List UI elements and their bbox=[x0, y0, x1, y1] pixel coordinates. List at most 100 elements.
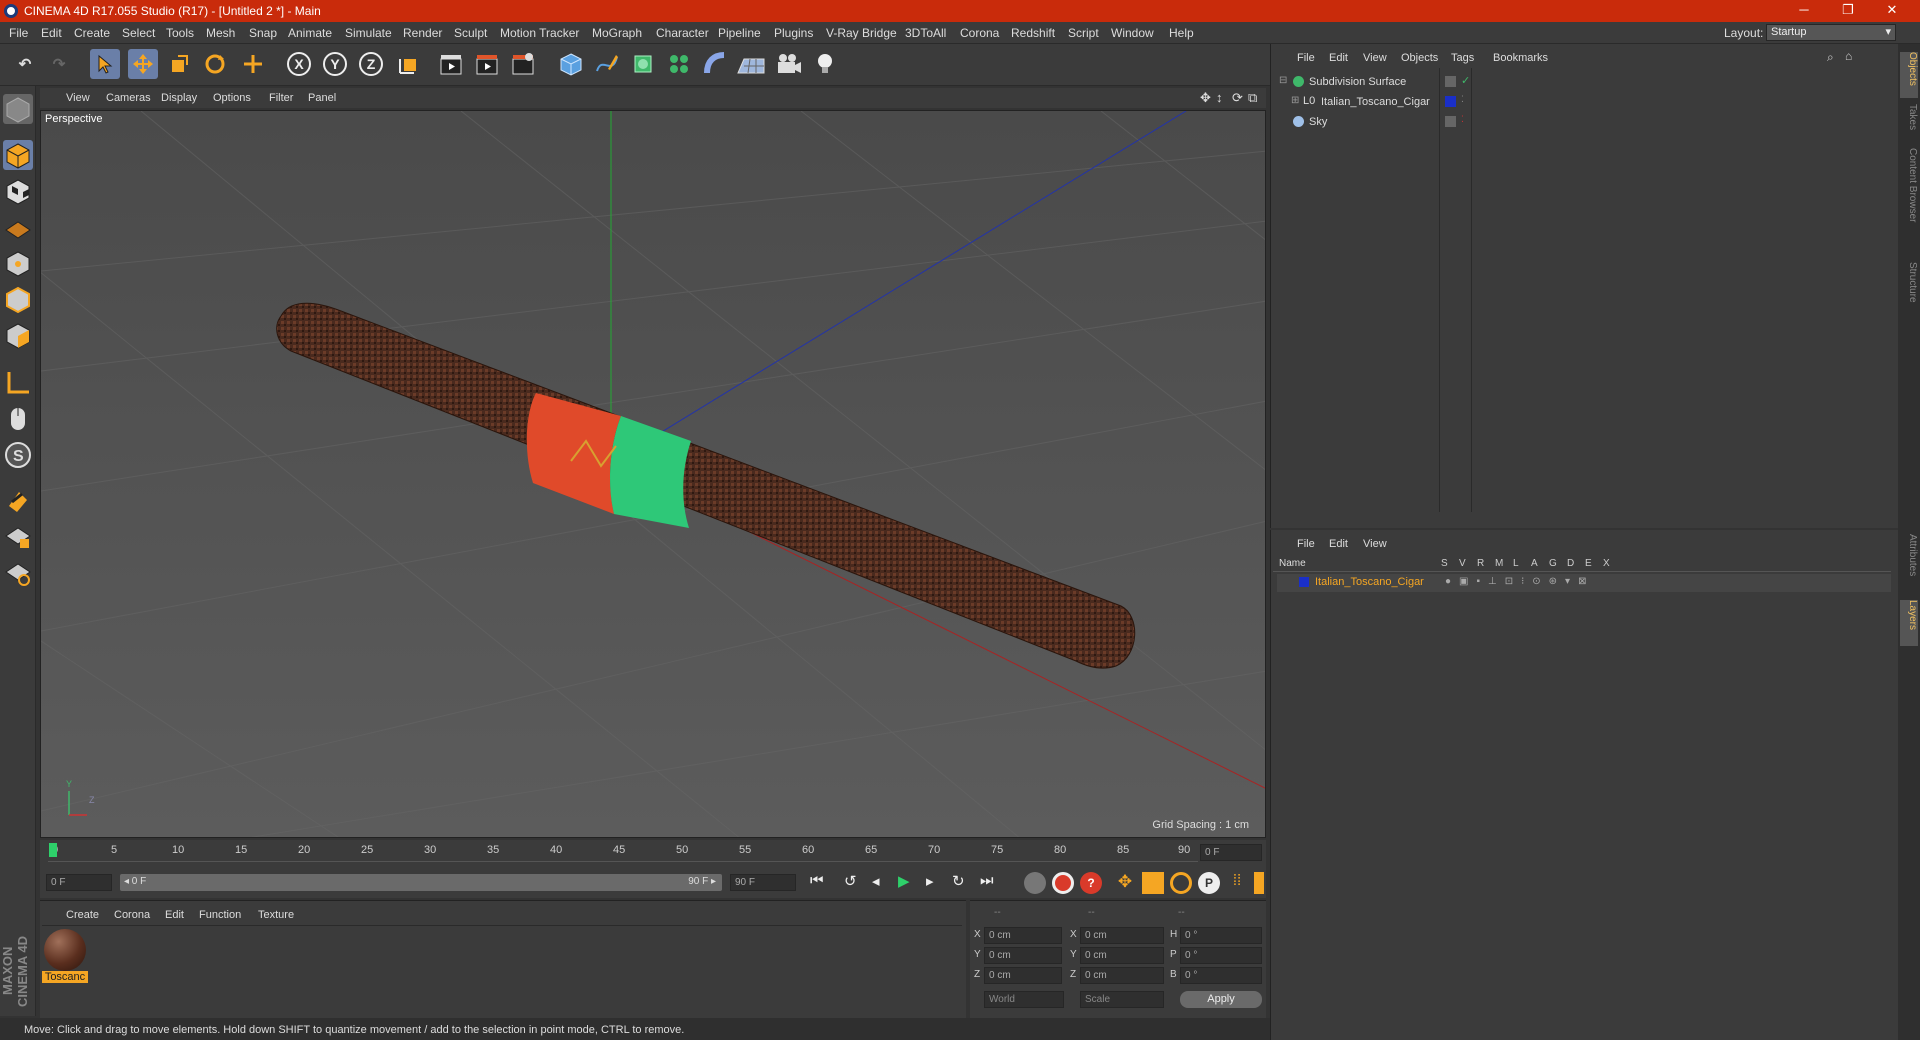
last-tool[interactable] bbox=[238, 49, 268, 79]
previous-frame-button[interactable]: ◂ bbox=[872, 872, 880, 890]
menu-render[interactable]: Render bbox=[403, 26, 442, 40]
render-view-button[interactable] bbox=[436, 49, 466, 79]
layer-row-cigar[interactable]: Italian_Toscano_Cigar ●▣▪⊥⊡⁝⊙⊛▾⊠ bbox=[1277, 574, 1891, 592]
objects-menu-edit[interactable]: Edit bbox=[1329, 52, 1348, 64]
add-light-button[interactable] bbox=[810, 49, 840, 79]
viewport-zoom-icon[interactable]: ↕ bbox=[1216, 90, 1223, 105]
apply-button[interactable]: Apply bbox=[1180, 991, 1262, 1008]
layer-col-d[interactable]: D bbox=[1567, 558, 1574, 569]
layer-col-x[interactable]: X bbox=[1603, 558, 1610, 569]
objects-menu-file[interactable]: File bbox=[1297, 52, 1315, 64]
texture-mode-button[interactable] bbox=[3, 176, 33, 206]
add-spline-button[interactable] bbox=[592, 49, 622, 79]
layers-menu-edit[interactable]: Edit bbox=[1329, 538, 1348, 550]
menu-snap[interactable]: Snap bbox=[249, 26, 277, 40]
scale-tool[interactable] bbox=[164, 49, 194, 79]
menu-file[interactable]: File bbox=[9, 26, 28, 40]
range-slider[interactable]: ◂ 0 F 90 F ▸ bbox=[120, 874, 722, 891]
viewport-move-icon[interactable]: ✥ bbox=[1200, 90, 1211, 106]
keyframe-selection-button[interactable]: ? bbox=[1080, 872, 1102, 894]
menu-vray-bridge[interactable]: V-Ray Bridge bbox=[826, 26, 897, 40]
coordinate-system-button[interactable] bbox=[394, 49, 424, 79]
rotation-h-field[interactable]: 0 ° bbox=[1180, 927, 1262, 944]
visibility-dots[interactable]: ⁚ bbox=[1461, 114, 1464, 125]
tab-takes[interactable]: Takes bbox=[1900, 104, 1918, 144]
viewport-rotate-icon[interactable]: ⟳ bbox=[1232, 90, 1243, 106]
layer-col-e[interactable]: E bbox=[1585, 558, 1592, 569]
menu-plugins[interactable]: Plugins bbox=[774, 26, 813, 40]
material-menu-texture[interactable]: Texture bbox=[258, 909, 294, 921]
add-mograph-button[interactable] bbox=[664, 49, 694, 79]
z-axis-lock[interactable]: Z bbox=[356, 49, 386, 79]
layout-select[interactable]: Startup bbox=[1766, 24, 1896, 41]
coord-system-dropdown[interactable]: World bbox=[984, 991, 1064, 1008]
layer-color-swatch[interactable] bbox=[1445, 96, 1456, 107]
material-menu-edit[interactable]: Edit bbox=[165, 909, 184, 921]
magnet-button[interactable] bbox=[3, 486, 33, 516]
undo-button[interactable]: ↶ bbox=[10, 49, 40, 79]
objects-menu-objects[interactable]: Objects bbox=[1401, 52, 1438, 64]
layers-menu-view[interactable]: View bbox=[1363, 538, 1387, 550]
visibility-toggle[interactable] bbox=[1445, 116, 1456, 127]
edges-mode-button[interactable] bbox=[3, 284, 33, 314]
timeline-playhead[interactable] bbox=[49, 843, 57, 857]
menu-create[interactable]: Create bbox=[74, 26, 110, 40]
start-frame-field[interactable]: 0 F bbox=[46, 874, 112, 891]
rotate-tool[interactable] bbox=[200, 49, 230, 79]
autokeying-button[interactable] bbox=[1052, 872, 1074, 894]
play-forward-button[interactable]: ▶ bbox=[898, 872, 910, 890]
menu-pipeline[interactable]: Pipeline bbox=[718, 26, 761, 40]
layer-flags[interactable]: ●▣▪⊥⊡⁝⊙⊛▾⊠ bbox=[1445, 576, 1594, 587]
material-menu-function[interactable]: Function bbox=[199, 909, 241, 921]
position-x-field[interactable]: 0 cm bbox=[984, 927, 1062, 944]
tweak-mode-button[interactable] bbox=[3, 404, 33, 434]
menu-tools[interactable]: Tools bbox=[166, 26, 194, 40]
viewport-menu-panel[interactable]: Panel bbox=[308, 92, 336, 104]
locked-workplane-button[interactable] bbox=[3, 522, 33, 552]
home-icon[interactable]: ⌂ bbox=[1845, 49, 1852, 63]
object-row-cigar[interactable]: ⊞ L0 Italian_Toscano_Cigar ⁚ bbox=[1277, 94, 1891, 112]
position-y-field[interactable]: 0 cm bbox=[984, 947, 1062, 964]
enabled-check-icon[interactable]: ✓ bbox=[1461, 74, 1470, 87]
add-cube-button[interactable] bbox=[556, 49, 586, 79]
material-swatch-toscano[interactable]: Toscanc bbox=[42, 927, 88, 987]
live-selection-tool[interactable] bbox=[90, 49, 120, 79]
key-pla-button[interactable]: ⁞⁞ bbox=[1226, 872, 1248, 894]
end-frame-field[interactable]: 90 F bbox=[730, 874, 796, 891]
key-parameter-button[interactable]: P bbox=[1198, 872, 1220, 894]
polygons-mode-button[interactable] bbox=[3, 320, 33, 350]
tab-structure[interactable]: Structure bbox=[1900, 262, 1918, 322]
x-axis-lock[interactable]: X bbox=[284, 49, 314, 79]
menu-corona[interactable]: Corona bbox=[960, 26, 999, 40]
viewport-menu-filter[interactable]: Filter bbox=[269, 92, 293, 104]
objects-menu-view[interactable]: View bbox=[1363, 52, 1387, 64]
render-settings-button[interactable] bbox=[508, 49, 538, 79]
key-rotation-button[interactable] bbox=[1170, 872, 1192, 894]
menu-character[interactable]: Character bbox=[656, 26, 709, 40]
tab-objects[interactable]: Objects bbox=[1900, 52, 1918, 98]
visibility-toggle[interactable] bbox=[1445, 76, 1456, 87]
size-y-field[interactable]: 0 cm bbox=[1080, 947, 1164, 964]
object-row-subdivision[interactable]: ⊟ Subdivision Surface ✓ bbox=[1277, 74, 1891, 92]
menu-mesh[interactable]: Mesh bbox=[206, 26, 235, 40]
menu-simulate[interactable]: Simulate bbox=[345, 26, 392, 40]
menu-help[interactable]: Help bbox=[1169, 26, 1194, 40]
layer-col-s[interactable]: S bbox=[1441, 558, 1448, 569]
expand-icon[interactable]: ⊞ bbox=[1291, 95, 1299, 106]
next-frame-button[interactable]: ▸ bbox=[926, 872, 934, 890]
menu-animate[interactable]: Animate bbox=[288, 26, 332, 40]
menu-redshift[interactable]: Redshift bbox=[1011, 26, 1055, 40]
layer-col-r[interactable]: R bbox=[1477, 558, 1484, 569]
key-scale-button[interactable] bbox=[1142, 872, 1164, 894]
tab-layers[interactable]: Layers bbox=[1900, 600, 1918, 646]
planar-workplane-button[interactable] bbox=[3, 558, 33, 588]
next-keyframe-button[interactable]: ↻ bbox=[952, 872, 965, 890]
layer-color-swatch[interactable] bbox=[1299, 577, 1309, 587]
add-deformer-button[interactable] bbox=[700, 49, 730, 79]
make-editable-button[interactable] bbox=[3, 94, 33, 124]
layer-col-g[interactable]: G bbox=[1549, 558, 1557, 569]
size-mode-dropdown[interactable]: Scale bbox=[1080, 991, 1164, 1008]
material-menu-corona[interactable]: Corona bbox=[114, 909, 150, 921]
workplane-mode-button[interactable] bbox=[3, 212, 33, 242]
add-environment-button[interactable] bbox=[736, 49, 766, 79]
